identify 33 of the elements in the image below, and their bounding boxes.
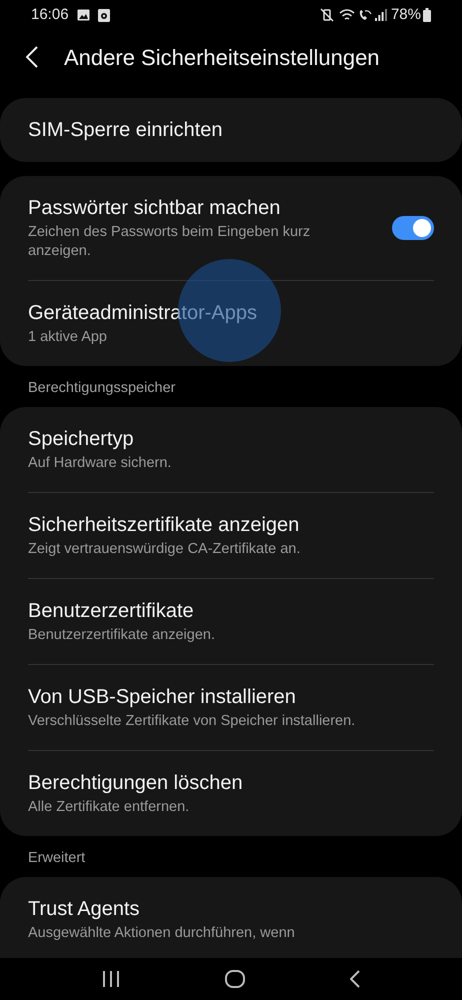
- setting-description: Zeigt vertrauenswürdige CA-Zertifikate an.: [28, 540, 302, 559]
- setting-title: Von USB-Speicher installieren: [28, 684, 297, 710]
- wifi-icon: [338, 8, 355, 22]
- setting-title: Passwörter sichtbar machen: [28, 196, 282, 221]
- setting-description: Alle Zertifikate entfernen.: [28, 798, 190, 817]
- battery-percent: 78%: [390, 4, 421, 25]
- home-button[interactable]: [224, 970, 245, 988]
- wifi-call-icon: [358, 8, 372, 22]
- setting-description: Verschlüsselte Zertifikate von Speicher installieren.: [28, 712, 356, 731]
- toggle-switch[interactable]: [392, 216, 434, 240]
- setting-description: Auf Hardware sichern.: [28, 454, 172, 473]
- section-header: Berechtigungsspeicher: [27, 379, 177, 398]
- vibrate-mute-icon: [320, 8, 334, 22]
- battery-icon: [423, 8, 431, 22]
- setting-description: Zeichen des Passworts beim Eingeben kurz anzeigen.: [28, 223, 312, 261]
- setting-title: Speichertyp: [28, 426, 135, 452]
- setting-description: Ausgewählte Aktionen durchführen, wenn: [28, 924, 296, 942]
- setting-title: Sicherheitszertifikate anzeigen: [28, 512, 300, 538]
- page-title: Andere Sicherheitseinstellungen: [64, 44, 380, 72]
- camera-icon: [98, 8, 110, 22]
- gallery-icon: [76, 9, 90, 21]
- setting-title: Berechtigungen löschen: [28, 770, 244, 796]
- signal-icon: [374, 9, 387, 21]
- status-time: 16:06: [31, 4, 69, 25]
- setting-title: SIM-Sperre einrichten: [28, 118, 224, 143]
- setting-title: Benutzerzertifikate: [28, 598, 195, 624]
- setting-title: Geräteadministrator-Apps: [28, 301, 258, 326]
- setting-description: 1 aktive App: [28, 328, 108, 347]
- setting-description: Benutzerzertifikate anzeigen.: [28, 626, 216, 645]
- back-nav-button[interactable]: [350, 970, 360, 988]
- setting-title: Trust Agents: [28, 896, 141, 922]
- section-header: Erweitert: [27, 848, 86, 868]
- recent-apps-button[interactable]: [102, 971, 120, 987]
